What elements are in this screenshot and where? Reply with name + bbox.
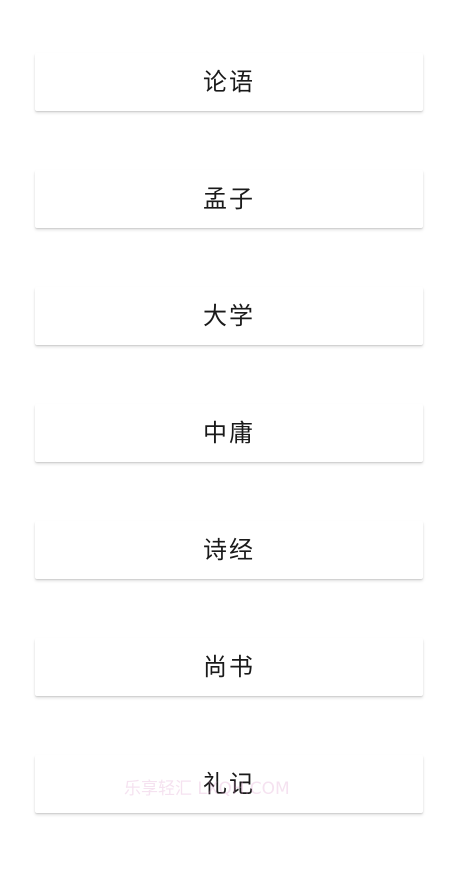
- book-label: 大学: [203, 302, 255, 330]
- book-button-liji[interactable]: 礼记: [35, 755, 423, 813]
- book-list: 论语 孟子 大学 中庸 诗经 尚书 礼记: [35, 53, 423, 872]
- book-button-mengzi[interactable]: 孟子: [35, 170, 423, 228]
- book-label: 孟子: [203, 185, 255, 213]
- book-button-zhongyong[interactable]: 中庸: [35, 404, 423, 462]
- book-label: 论语: [203, 68, 255, 96]
- book-label: 诗经: [203, 536, 255, 564]
- book-label: 中庸: [203, 419, 255, 447]
- book-label: 礼记: [203, 770, 255, 798]
- book-label: 尚书: [203, 653, 255, 681]
- book-button-lunyu[interactable]: 论语: [35, 53, 423, 111]
- book-button-daxue[interactable]: 大学: [35, 287, 423, 345]
- book-button-shangshu[interactable]: 尚书: [35, 638, 423, 696]
- book-button-shijing[interactable]: 诗经: [35, 521, 423, 579]
